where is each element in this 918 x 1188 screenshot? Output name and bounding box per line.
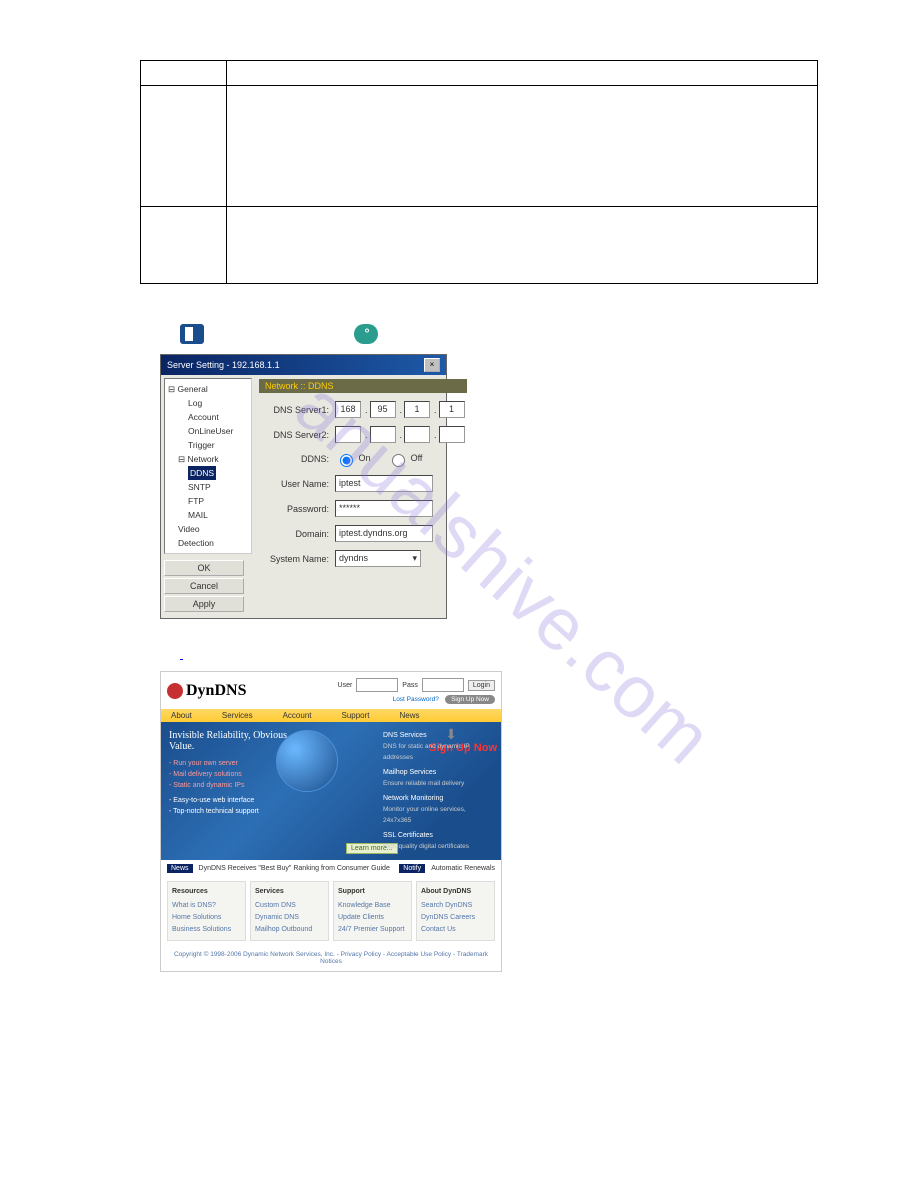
chevron-down-icon: ▾ — [412, 552, 417, 565]
dyndns-logo: DynDNS — [167, 682, 246, 700]
ddns-on-radio[interactable]: On — [335, 453, 371, 463]
nav-about[interactable]: About — [171, 711, 192, 720]
domain-input[interactable]: iptest.dyndns.org — [335, 525, 433, 542]
close-icon[interactable]: × — [424, 358, 440, 372]
dns2-input[interactable] — [335, 426, 361, 443]
notify-tag: Notify — [399, 864, 425, 873]
nav-services[interactable]: Services — [222, 711, 253, 720]
dialog-titlebar[interactable]: Server Setting - 192.168.1.1 × — [161, 355, 446, 375]
form-header: Network :: DDNS — [259, 379, 467, 393]
resources-col: Resources What is DNS? Home Solutions Bu… — [167, 881, 246, 941]
tree-general: ⊟ General — [168, 382, 248, 396]
services-col: Services Custom DNS Dynamic DNS Mailhop … — [250, 881, 329, 941]
dyndns-website: DynDNS User Pass Login Lost Password? Si… — [160, 671, 502, 972]
dns1-input[interactable]: 168 — [335, 401, 361, 418]
banner: Invisible Reliability, Obvious Value. - … — [161, 722, 501, 860]
user-input[interactable] — [356, 678, 398, 692]
lost-password-link[interactable]: Lost Password? — [393, 696, 439, 703]
nav-tree[interactable]: ⊟ General Log Account OnLineUser Trigger… — [164, 378, 252, 554]
cancel-button[interactable]: Cancel — [164, 578, 244, 594]
password-input[interactable]: ****** — [335, 500, 433, 517]
signup-button[interactable]: Sign Up Now — [445, 695, 495, 704]
key-icon — [354, 324, 378, 344]
copyright: Copyright © 1998-2006 Dynamic Network Se… — [161, 945, 501, 971]
dialog-title: Server Setting - 192.168.1.1 — [167, 360, 280, 370]
server-setting-dialog: Server Setting - 192.168.1.1 × ⊟ General… — [160, 354, 447, 619]
ddns-off-radio[interactable]: Off — [387, 453, 422, 463]
main-nav: About Services Account Support News — [161, 709, 501, 722]
nav-news[interactable]: News — [400, 711, 420, 720]
apply-button[interactable]: Apply — [164, 596, 244, 612]
pass-input[interactable] — [422, 678, 464, 692]
nav-support[interactable]: Support — [342, 711, 370, 720]
ok-button[interactable]: OK — [164, 560, 244, 576]
globe-icon — [276, 730, 338, 792]
tree-ddns-selected[interactable]: DDNS — [188, 466, 216, 480]
definition-table — [140, 60, 818, 284]
support-col: Support Knowledge Base Update Clients 24… — [333, 881, 412, 941]
dyndns-link[interactable] — [180, 649, 838, 661]
nav-account[interactable]: Account — [283, 711, 312, 720]
news-tag: News — [167, 864, 193, 873]
book-icon — [180, 324, 204, 344]
sysname-select[interactable]: dyndns▾ — [335, 550, 421, 567]
username-input[interactable]: iptest — [335, 475, 433, 492]
logo-icon — [167, 683, 183, 699]
about-col: About DynDNS Search DynDNS DynDNS Career… — [416, 881, 495, 941]
login-button[interactable]: Login — [468, 680, 495, 691]
